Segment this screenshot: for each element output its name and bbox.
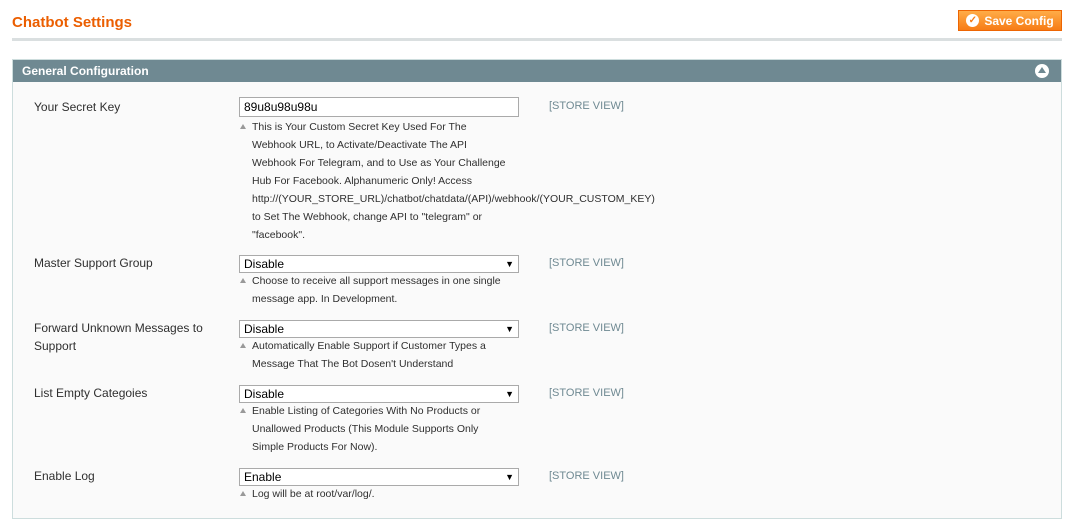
page-title: Chatbot Settings — [12, 14, 132, 31]
dropdown-arrow-icon: ▼ — [505, 324, 514, 334]
section-title: General Configuration — [22, 64, 149, 78]
master-support-group-scope: [STORE VIEW] — [549, 257, 624, 269]
list-empty-categories-label: List Empty Categoies — [34, 386, 148, 400]
list-empty-categories-scope: [STORE VIEW] — [549, 387, 624, 399]
secret-key-input[interactable] — [239, 97, 519, 117]
enable-log-select[interactable]: Enable ▼ — [239, 468, 519, 486]
list-empty-categories-value: Disable — [244, 387, 285, 401]
forward-unknown-messages-note: Automatically Enable Support if Customer… — [240, 337, 540, 373]
secret-key-note: This is Your Custom Secret Key Used For … — [240, 118, 700, 244]
title-divider — [12, 38, 1062, 41]
master-support-group-label: Master Support Group — [34, 256, 153, 270]
master-support-group-select[interactable]: Disable ▼ — [239, 255, 519, 273]
save-config-button[interactable]: ✓ Save Config — [958, 10, 1062, 31]
master-support-group-note: Choose to receive all support messages i… — [240, 272, 540, 308]
note-triangle-icon — [240, 408, 246, 413]
forward-unknown-messages-scope: [STORE VIEW] — [549, 322, 624, 334]
check-circle-icon: ✓ — [966, 14, 980, 27]
secret-key-note-text: This is Your Custom Secret Key Used For … — [252, 121, 655, 241]
list-empty-categories-note: Enable Listing of Categories With No Pro… — [240, 402, 540, 456]
list-empty-categories-select[interactable]: Disable ▼ — [239, 385, 519, 403]
enable-log-note: Log will be at root/var/log/. — [240, 485, 540, 503]
section-header[interactable]: General Configuration — [13, 60, 1061, 82]
forward-unknown-messages-note-text: Automatically Enable Support if Customer… — [252, 340, 486, 370]
dropdown-arrow-icon: ▼ — [505, 472, 514, 482]
secret-key-label: Your Secret Key — [34, 100, 121, 114]
enable-log-note-text: Log will be at root/var/log/. — [252, 488, 375, 500]
save-config-label: Save Config — [984, 13, 1054, 28]
forward-unknown-messages-label: Forward Unknown Messages to Support — [34, 321, 203, 353]
note-triangle-icon — [240, 124, 246, 129]
note-triangle-icon — [240, 343, 246, 348]
enable-log-scope: [STORE VIEW] — [549, 470, 624, 482]
forward-unknown-messages-value: Disable — [244, 322, 285, 336]
master-support-group-note-text: Choose to receive all support messages i… — [252, 275, 501, 305]
note-triangle-icon — [240, 491, 246, 496]
note-triangle-icon — [240, 278, 246, 283]
general-configuration-section: General Configuration Your Secret Key [S… — [12, 59, 1062, 519]
forward-unknown-messages-select[interactable]: Disable ▼ — [239, 320, 519, 338]
dropdown-arrow-icon: ▼ — [505, 259, 514, 269]
list-empty-categories-note-text: Enable Listing of Categories With No Pro… — [252, 405, 481, 453]
enable-log-label: Enable Log — [34, 469, 95, 483]
enable-log-value: Enable — [244, 470, 282, 484]
master-support-group-value: Disable — [244, 257, 285, 271]
dropdown-arrow-icon: ▼ — [505, 389, 514, 399]
collapse-up-icon[interactable] — [1035, 64, 1049, 78]
secret-key-scope: [STORE VIEW] — [549, 100, 624, 112]
